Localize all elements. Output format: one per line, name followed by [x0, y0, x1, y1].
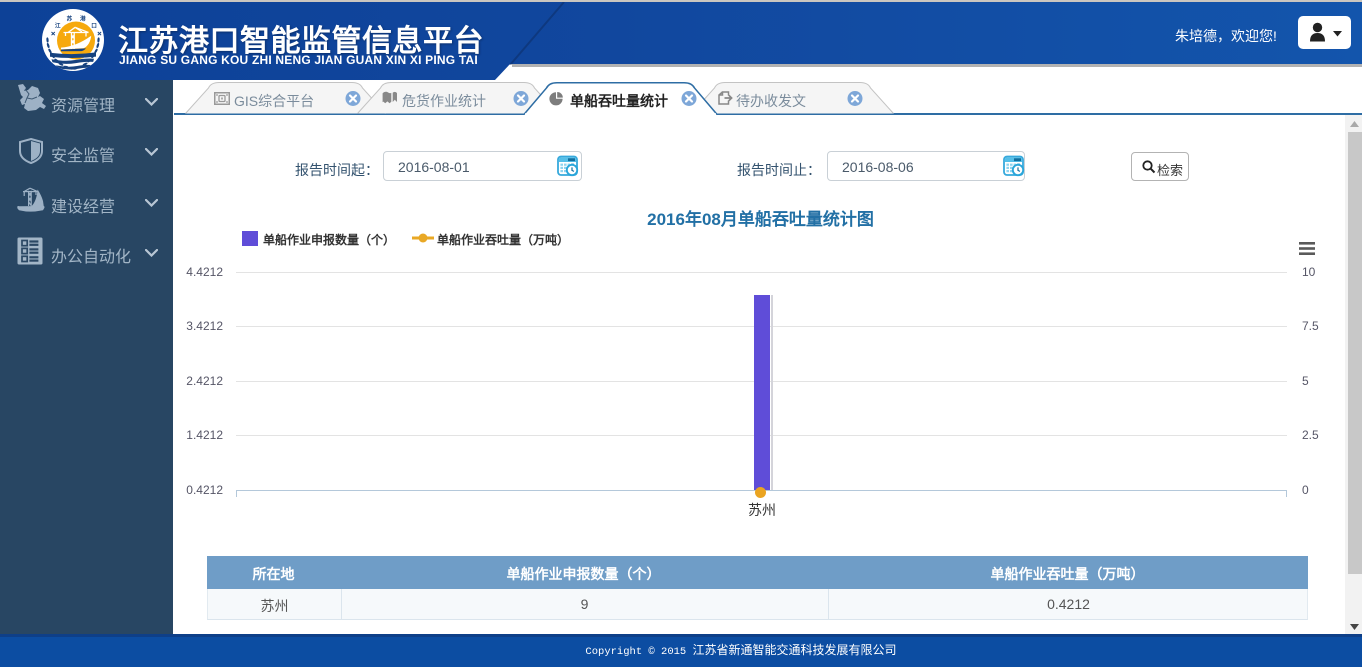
- svg-text:港: 港: [80, 15, 86, 23]
- svg-text:口: 口: [91, 23, 97, 30]
- svg-text:江: 江: [55, 22, 61, 30]
- svg-text:苏: 苏: [67, 15, 73, 23]
